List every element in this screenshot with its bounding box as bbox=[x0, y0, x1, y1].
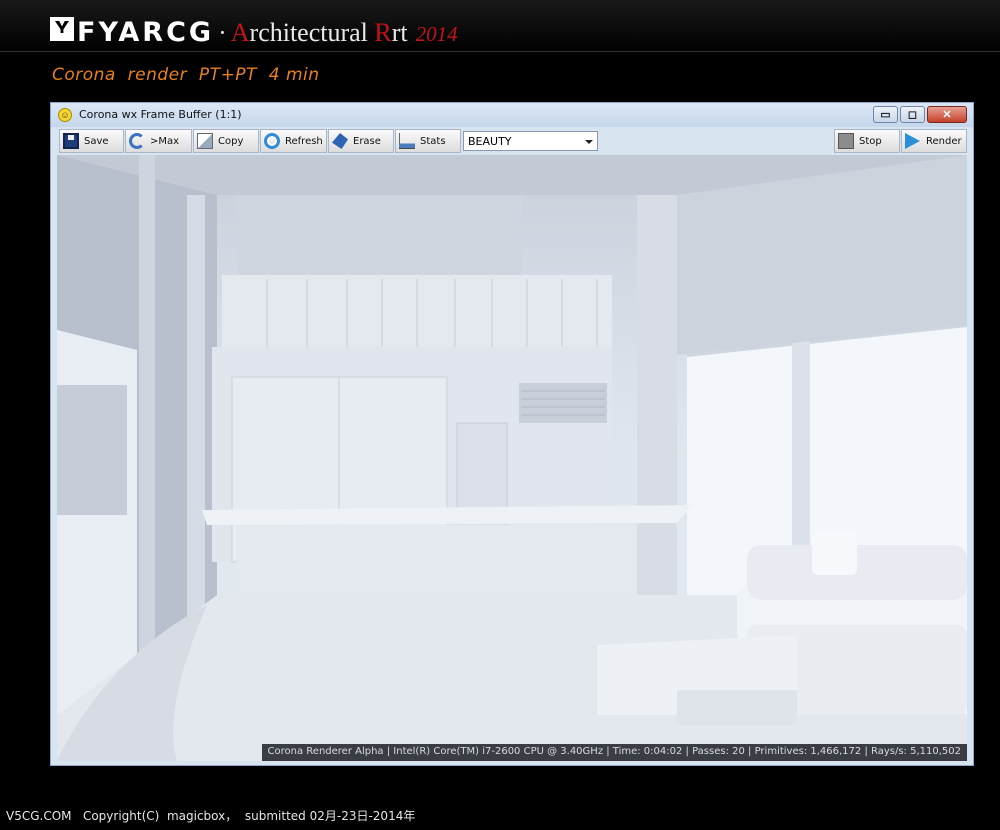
header-banner: FYARCG · Architectural Rrt 2014 bbox=[0, 0, 1000, 52]
minimize-icon: ▭ bbox=[880, 109, 891, 121]
copyright-footer: V5CG.COM Copyright(C) magicbox， submitte… bbox=[6, 809, 416, 823]
brand-name: FYARCG bbox=[77, 17, 215, 48]
frame-buffer-window: ☺ Corona wx Frame Buffer (1:1) ▭ ◻ ✕ Sav… bbox=[50, 102, 974, 766]
refresh-button[interactable]: Refresh bbox=[260, 129, 327, 153]
erase-label: Erase bbox=[353, 135, 381, 147]
stats-button[interactable]: Stats bbox=[395, 129, 461, 153]
play-icon bbox=[905, 133, 921, 149]
close-button[interactable]: ✕ bbox=[927, 106, 967, 123]
channel-select[interactable]: BEAUTY bbox=[463, 131, 598, 151]
eraser-icon bbox=[332, 133, 348, 149]
brand-separator: · bbox=[218, 18, 227, 47]
floppy-disk-icon bbox=[63, 133, 79, 149]
stats-label: Stats bbox=[420, 135, 446, 147]
rendered-interior-image bbox=[57, 155, 967, 761]
render-label: Render bbox=[926, 135, 962, 147]
close-icon: ✕ bbox=[942, 109, 952, 121]
stop-button[interactable]: Stop bbox=[834, 129, 900, 153]
max-button[interactable]: >Max bbox=[125, 129, 192, 153]
copy-label: Copy bbox=[218, 135, 244, 147]
refresh-label: Refresh bbox=[285, 135, 323, 147]
render-status-bar: Corona Renderer Alpha | Intel(R) Core(TM… bbox=[261, 744, 967, 761]
brand-title: Architectural Rrt bbox=[230, 18, 408, 47]
maximize-button[interactable]: ◻ bbox=[900, 106, 925, 123]
stop-label: Stop bbox=[859, 135, 882, 147]
stats-chart-icon bbox=[399, 133, 415, 149]
refresh-icon bbox=[264, 133, 280, 149]
max-label: >Max bbox=[150, 135, 180, 147]
erase-button[interactable]: Erase bbox=[328, 129, 394, 153]
copy-icon bbox=[197, 133, 213, 149]
channel-value: BEAUTY bbox=[468, 135, 512, 148]
render-subtitle: Corona render PT+PT 4 min bbox=[52, 65, 320, 85]
brand-year: 2014 bbox=[415, 22, 458, 46]
rotate-arrow-icon bbox=[129, 133, 145, 149]
maximize-icon: ◻ bbox=[907, 109, 918, 121]
save-label: Save bbox=[84, 135, 109, 147]
logo: FYARCG · Architectural Rrt 2014 bbox=[50, 17, 458, 48]
window-titlebar[interactable]: ☺ Corona wx Frame Buffer (1:1) ▭ ◻ ✕ bbox=[51, 103, 973, 127]
save-button[interactable]: Save bbox=[59, 129, 124, 153]
window-controls: ▭ ◻ ✕ bbox=[873, 106, 967, 123]
render-viewport[interactable]: Corona Renderer Alpha | Intel(R) Core(TM… bbox=[57, 155, 967, 761]
stop-icon bbox=[838, 133, 854, 149]
window-title: Corona wx Frame Buffer (1:1) bbox=[79, 108, 242, 121]
render-button[interactable]: Render bbox=[901, 129, 967, 153]
copy-button[interactable]: Copy bbox=[193, 129, 259, 153]
brand-mark-icon bbox=[50, 17, 74, 41]
smiley-icon: ☺ bbox=[58, 108, 72, 122]
chevron-down-icon bbox=[585, 140, 593, 144]
toolbar: Save >Max Copy Refresh Erase Stats BEAUT… bbox=[51, 128, 973, 154]
minimize-button[interactable]: ▭ bbox=[873, 106, 898, 123]
